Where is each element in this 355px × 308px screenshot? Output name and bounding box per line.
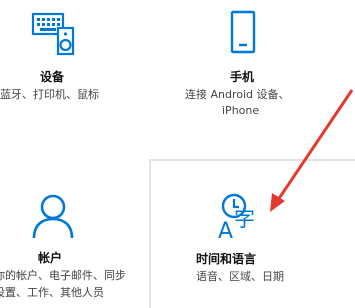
annotation-arrow bbox=[270, 89, 354, 212]
settings-grid: 设备 蓝牙、打印机、鼠标 手机 连接 Android 设备、 iPhone 帐户… bbox=[0, 0, 355, 308]
